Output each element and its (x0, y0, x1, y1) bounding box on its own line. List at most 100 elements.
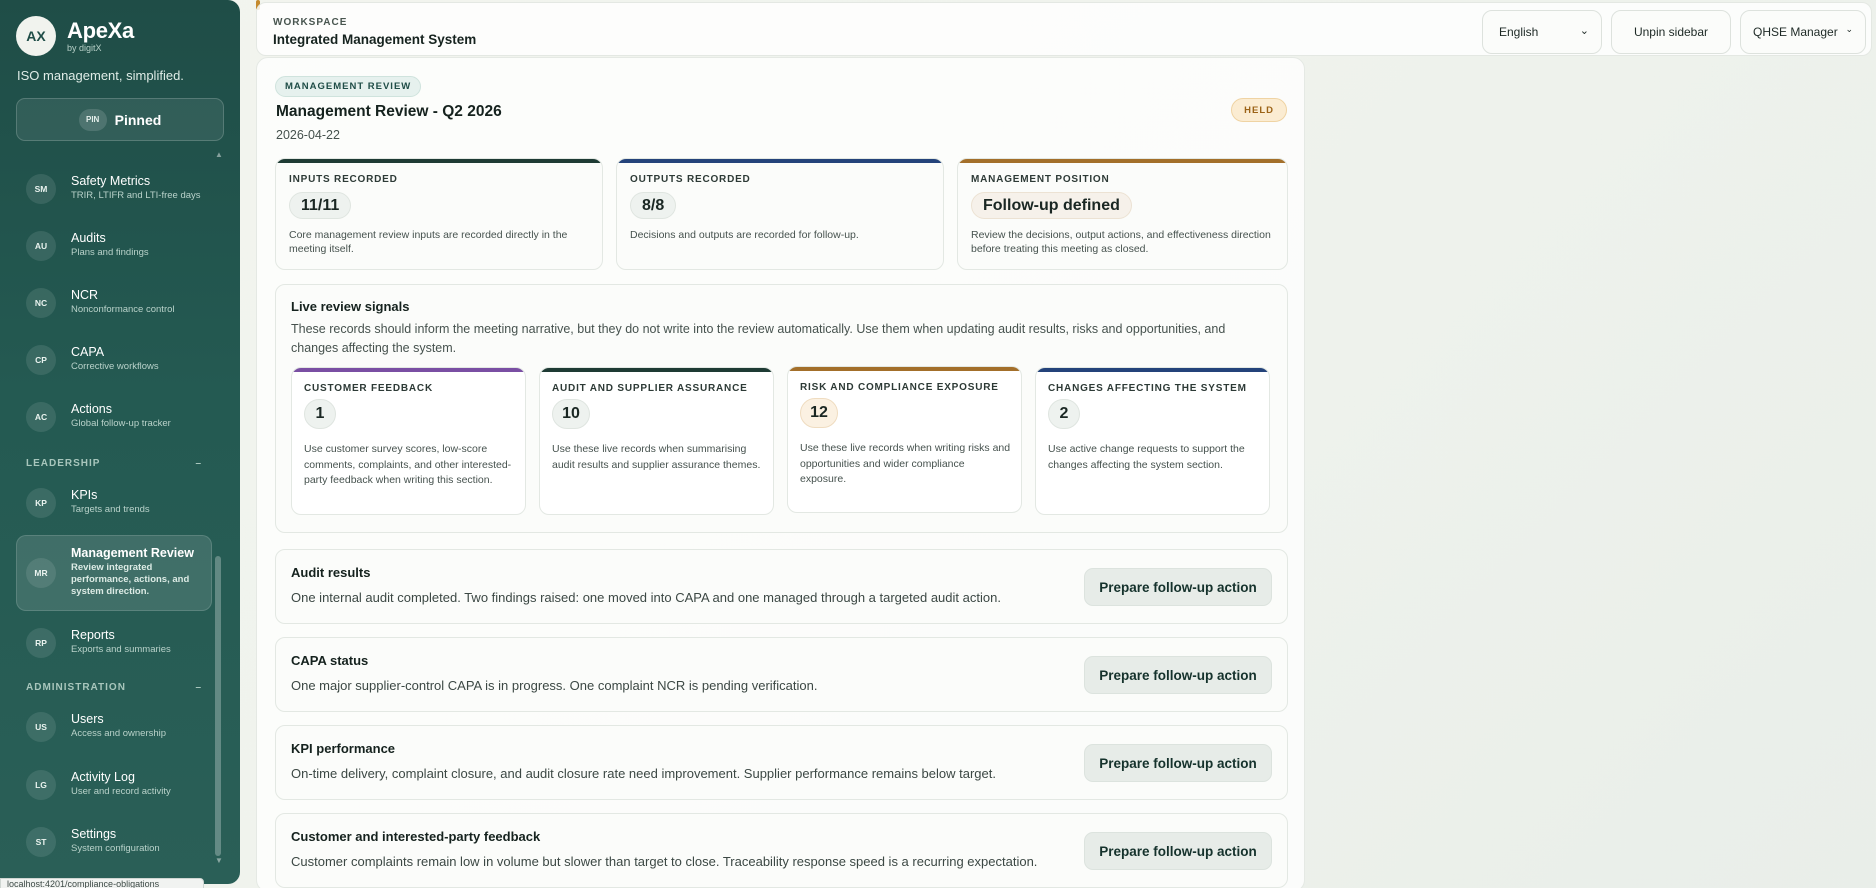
row-title: Audit results (291, 565, 371, 580)
ncr-icon: NC (26, 288, 56, 318)
row-description: Customer complaints remain low in volume… (291, 854, 1038, 869)
sidebar-item-label: KPIs (71, 488, 98, 502)
sidebar-item-sub: Nonconformance control (71, 304, 175, 315)
sidebar-item-capa[interactable]: CP CAPA Corrective workflows (16, 345, 212, 385)
signal-count: 2 (1048, 399, 1080, 429)
signal-description: Use active change requests to support th… (1048, 443, 1245, 471)
signal-card-risk-compliance[interactable]: RISK AND COMPLIANCE EXPOSURE 12 Use thes… (787, 366, 1022, 513)
status-badge: HELD (1231, 98, 1287, 122)
prepare-follow-up-button[interactable]: Prepare follow-up action (1084, 832, 1272, 870)
sidebar-item-sub: Access and ownership (71, 728, 167, 739)
review-row-kpi-performance: KPI performance On-time delivery, compla… (275, 725, 1288, 800)
safety-metrics-icon: SM (26, 174, 56, 204)
signals-description: These records should inform the meeting … (291, 322, 1226, 355)
language-select[interactable]: English ⌄ (1482, 10, 1602, 54)
signal-accent-bar (292, 368, 525, 372)
signal-count: 1 (304, 399, 336, 429)
prepare-follow-up-button[interactable]: Prepare follow-up action (1084, 656, 1272, 694)
section-leadership[interactable]: LEADERSHIP – (26, 458, 202, 469)
capa-icon: CP (26, 345, 56, 375)
actions-icon: AC (26, 402, 56, 432)
role-label: QHSE Manager (1753, 25, 1838, 39)
section-administration[interactable]: ADMINISTRATION – (26, 682, 202, 693)
settings-icon: ST (26, 827, 56, 857)
sidebar-item-activity-log[interactable]: LG Activity Log User and record activity (16, 770, 212, 810)
chevron-down-icon: ⌄ (1845, 24, 1853, 34)
sidebar-item-sub: Plans and findings (71, 247, 149, 258)
brand[interactable]: AX ApeXa by digitX (16, 16, 134, 56)
top-header: WORKSPACE Integrated Management System E… (256, 2, 1872, 56)
management-review-icon: MR (26, 558, 56, 588)
stat-card-inputs: INPUTS RECORDED 11/11 Core management re… (275, 158, 603, 270)
chevron-down-icon: ⌄ (1579, 25, 1589, 37)
workspace-title: Integrated Management System (273, 32, 477, 47)
signal-label: RISK AND COMPLIANCE EXPOSURE (800, 382, 999, 393)
collapse-icon[interactable]: – (195, 458, 202, 469)
signal-description: Use customer survey scores, low-score co… (304, 443, 512, 486)
signal-card-changes-affecting-system[interactable]: CHANGES AFFECTING THE SYSTEM 2 Use activ… (1035, 367, 1270, 515)
signal-count: 12 (800, 398, 838, 428)
prepare-follow-up-button[interactable]: Prepare follow-up action (1084, 744, 1272, 782)
sidebar-item-actions[interactable]: AC Actions Global follow-up tracker (16, 402, 212, 442)
stat-card-outputs: OUTPUTS RECORDED 8/8 Decisions and outpu… (616, 158, 944, 270)
stat-value: 8/8 (630, 192, 677, 219)
signal-card-audit-supplier-assurance[interactable]: AUDIT AND SUPPLIER ASSURANCE 10 Use thes… (539, 367, 774, 515)
sidebar-item-audits[interactable]: AU Audits Plans and findings (16, 231, 212, 271)
pin-icon: PIN (78, 108, 107, 131)
role-menu-button[interactable]: QHSE Manager ⌄ (1740, 10, 1866, 54)
live-review-signals: Live review signals These records should… (275, 284, 1288, 533)
sidebar-item-label: Actions (71, 402, 112, 416)
sidebar-item-safety-metrics[interactable]: SM Safety Metrics TRIR, LTIFR and LTI-fre… (16, 174, 212, 214)
section-eyebrow: MANAGEMENT REVIEW (275, 76, 422, 97)
sidebar-item-kpis[interactable]: KP KPIs Targets and trends (16, 488, 212, 528)
scroll-up-arrow-icon[interactable]: ▲ (215, 150, 223, 159)
users-icon: US (26, 712, 56, 742)
sidebar-item-sub: Global follow-up tracker (71, 418, 171, 429)
scrollbar-thumb[interactable] (215, 556, 221, 856)
collapse-icon[interactable]: – (195, 682, 202, 693)
sidebar-item-label: Safety Metrics (71, 174, 151, 188)
sidebar: AX ApeXa by digitX ISO management, simpl… (0, 0, 240, 884)
brand-tagline: ISO management, simplified. (17, 68, 184, 83)
brand-name: ApeXa (67, 18, 134, 43)
sidebar-item-sub: User and record activity (71, 786, 171, 797)
sidebar-item-settings[interactable]: ST Settings System configuration (16, 827, 212, 867)
sidebar-item-ncr[interactable]: NC NCR Nonconformance control (16, 288, 212, 328)
stat-description: Review the decisions, output actions, an… (971, 229, 1271, 255)
sidebar-item-sub: Targets and trends (71, 504, 150, 515)
sidebar-item-management-review[interactable]: MR Management Review Review integrated pe… (16, 535, 212, 611)
link-preview-status: localhost:4201/compliance-obligations (0, 878, 204, 888)
sidebar-item-label: Management Review (71, 546, 194, 560)
signal-accent-bar (788, 367, 1021, 371)
review-row-capa-status: CAPA status One major supplier-control C… (275, 637, 1288, 712)
sidebar-item-sub: Review integrated performance, actions, … (71, 562, 190, 597)
sidebar-item-reports[interactable]: RP Reports Exports and summaries (16, 628, 212, 668)
signal-label: CHANGES AFFECTING THE SYSTEM (1048, 383, 1247, 394)
sidebar-scrollbar[interactable]: ▲ ▼ (215, 150, 223, 870)
scroll-down-arrow-icon[interactable]: ▼ (215, 856, 223, 865)
section-label: ADMINISTRATION (26, 682, 126, 693)
kpis-icon: KP (26, 488, 56, 518)
pin-toggle-button[interactable]: PIN Pinned (16, 98, 224, 141)
unpin-sidebar-button[interactable]: Unpin sidebar (1611, 10, 1731, 54)
row-title: KPI performance (291, 741, 396, 756)
row-title: CAPA status (291, 653, 369, 668)
row-title: Customer and interested-party feedback (291, 829, 541, 844)
sidebar-item-sub: TRIR, LTIFR and LTI-free days (71, 190, 201, 201)
section-label: LEADERSHIP (26, 458, 101, 469)
stat-card-management-position: MANAGEMENT POSITION Follow-up defined Re… (957, 158, 1288, 270)
signal-description: Use these live records when summarising … (552, 443, 761, 471)
stat-label: MANAGEMENT POSITION (971, 174, 1110, 185)
stat-label: INPUTS RECORDED (289, 174, 398, 185)
language-value: English (1499, 25, 1539, 39)
signal-card-customer-feedback[interactable]: CUSTOMER FEEDBACK 1 Use customer survey … (291, 367, 526, 515)
prepare-follow-up-button[interactable]: Prepare follow-up action (1084, 568, 1272, 606)
stat-description: Core management review inputs are record… (289, 229, 568, 255)
management-review-panel: MANAGEMENT REVIEW Management Review - Q2… (256, 57, 1305, 888)
sidebar-item-users[interactable]: US Users Access and ownership (16, 712, 212, 752)
signal-label: AUDIT AND SUPPLIER ASSURANCE (552, 383, 748, 394)
stat-label: OUTPUTS RECORDED (630, 174, 751, 185)
row-description: One major supplier-control CAPA is in pr… (291, 678, 818, 693)
page-title: Management Review - Q2 2026 (276, 103, 502, 120)
activity-log-icon: LG (26, 770, 56, 800)
